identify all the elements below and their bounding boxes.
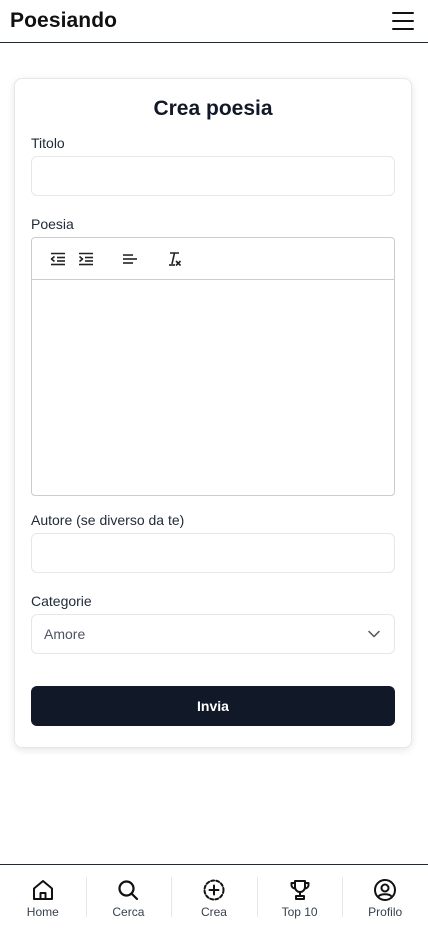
poem-label: Poesia xyxy=(31,216,74,232)
author-input[interactable] xyxy=(31,533,395,573)
hamburger-menu-icon[interactable] xyxy=(392,12,414,30)
nav-label-create: Crea xyxy=(200,904,227,919)
nav-label-home: Home xyxy=(26,904,59,919)
nav-item-home[interactable]: Home xyxy=(0,865,86,929)
submit-button[interactable]: Invia xyxy=(31,686,395,726)
indent-icon[interactable] xyxy=(74,247,98,271)
category-selected-value: Amore xyxy=(44,626,86,642)
page-title: Crea poesia xyxy=(153,97,273,120)
nav-label-search: Cerca xyxy=(112,904,145,919)
poem-editor xyxy=(31,237,395,496)
nav-item-top10[interactable]: Top 10 xyxy=(256,865,343,929)
nav-item-profile[interactable]: Profilo xyxy=(342,865,428,929)
nav-item-create[interactable]: Crea xyxy=(171,865,257,929)
outdent-icon[interactable] xyxy=(46,247,70,271)
trophy-icon xyxy=(290,879,310,900)
category-select[interactable]: Amore xyxy=(31,614,395,654)
align-left-icon[interactable] xyxy=(118,247,142,271)
title-input[interactable] xyxy=(31,156,395,196)
search-icon xyxy=(118,879,139,900)
bottom-nav: Home Cerca Crea Top 10 Profilo xyxy=(0,864,428,929)
create-poem-card: Crea poesia Titolo Poesia Autore (se div… xyxy=(14,78,412,748)
nav-label-profile: Profilo xyxy=(368,904,403,919)
plus-circle-icon xyxy=(203,879,225,900)
nav-item-search[interactable]: Cerca xyxy=(85,865,172,929)
app: Poesiando Crea poesia Titolo Poesia Auto… xyxy=(0,0,428,929)
chevron-down-icon xyxy=(368,630,380,638)
poem-text-area[interactable] xyxy=(32,280,394,495)
user-circle-icon xyxy=(374,878,397,901)
top-header: Poesiando xyxy=(0,0,428,43)
author-label: Autore (se diverso da te) xyxy=(31,512,185,528)
nav-label-top10: Top 10 xyxy=(281,904,318,919)
home-icon xyxy=(32,879,53,900)
editor-toolbar xyxy=(32,238,394,280)
title-label: Titolo xyxy=(31,135,65,151)
clear-format-icon[interactable] xyxy=(162,247,186,271)
brand-title[interactable]: Poesiando xyxy=(10,9,117,33)
category-label: Categorie xyxy=(31,593,92,609)
